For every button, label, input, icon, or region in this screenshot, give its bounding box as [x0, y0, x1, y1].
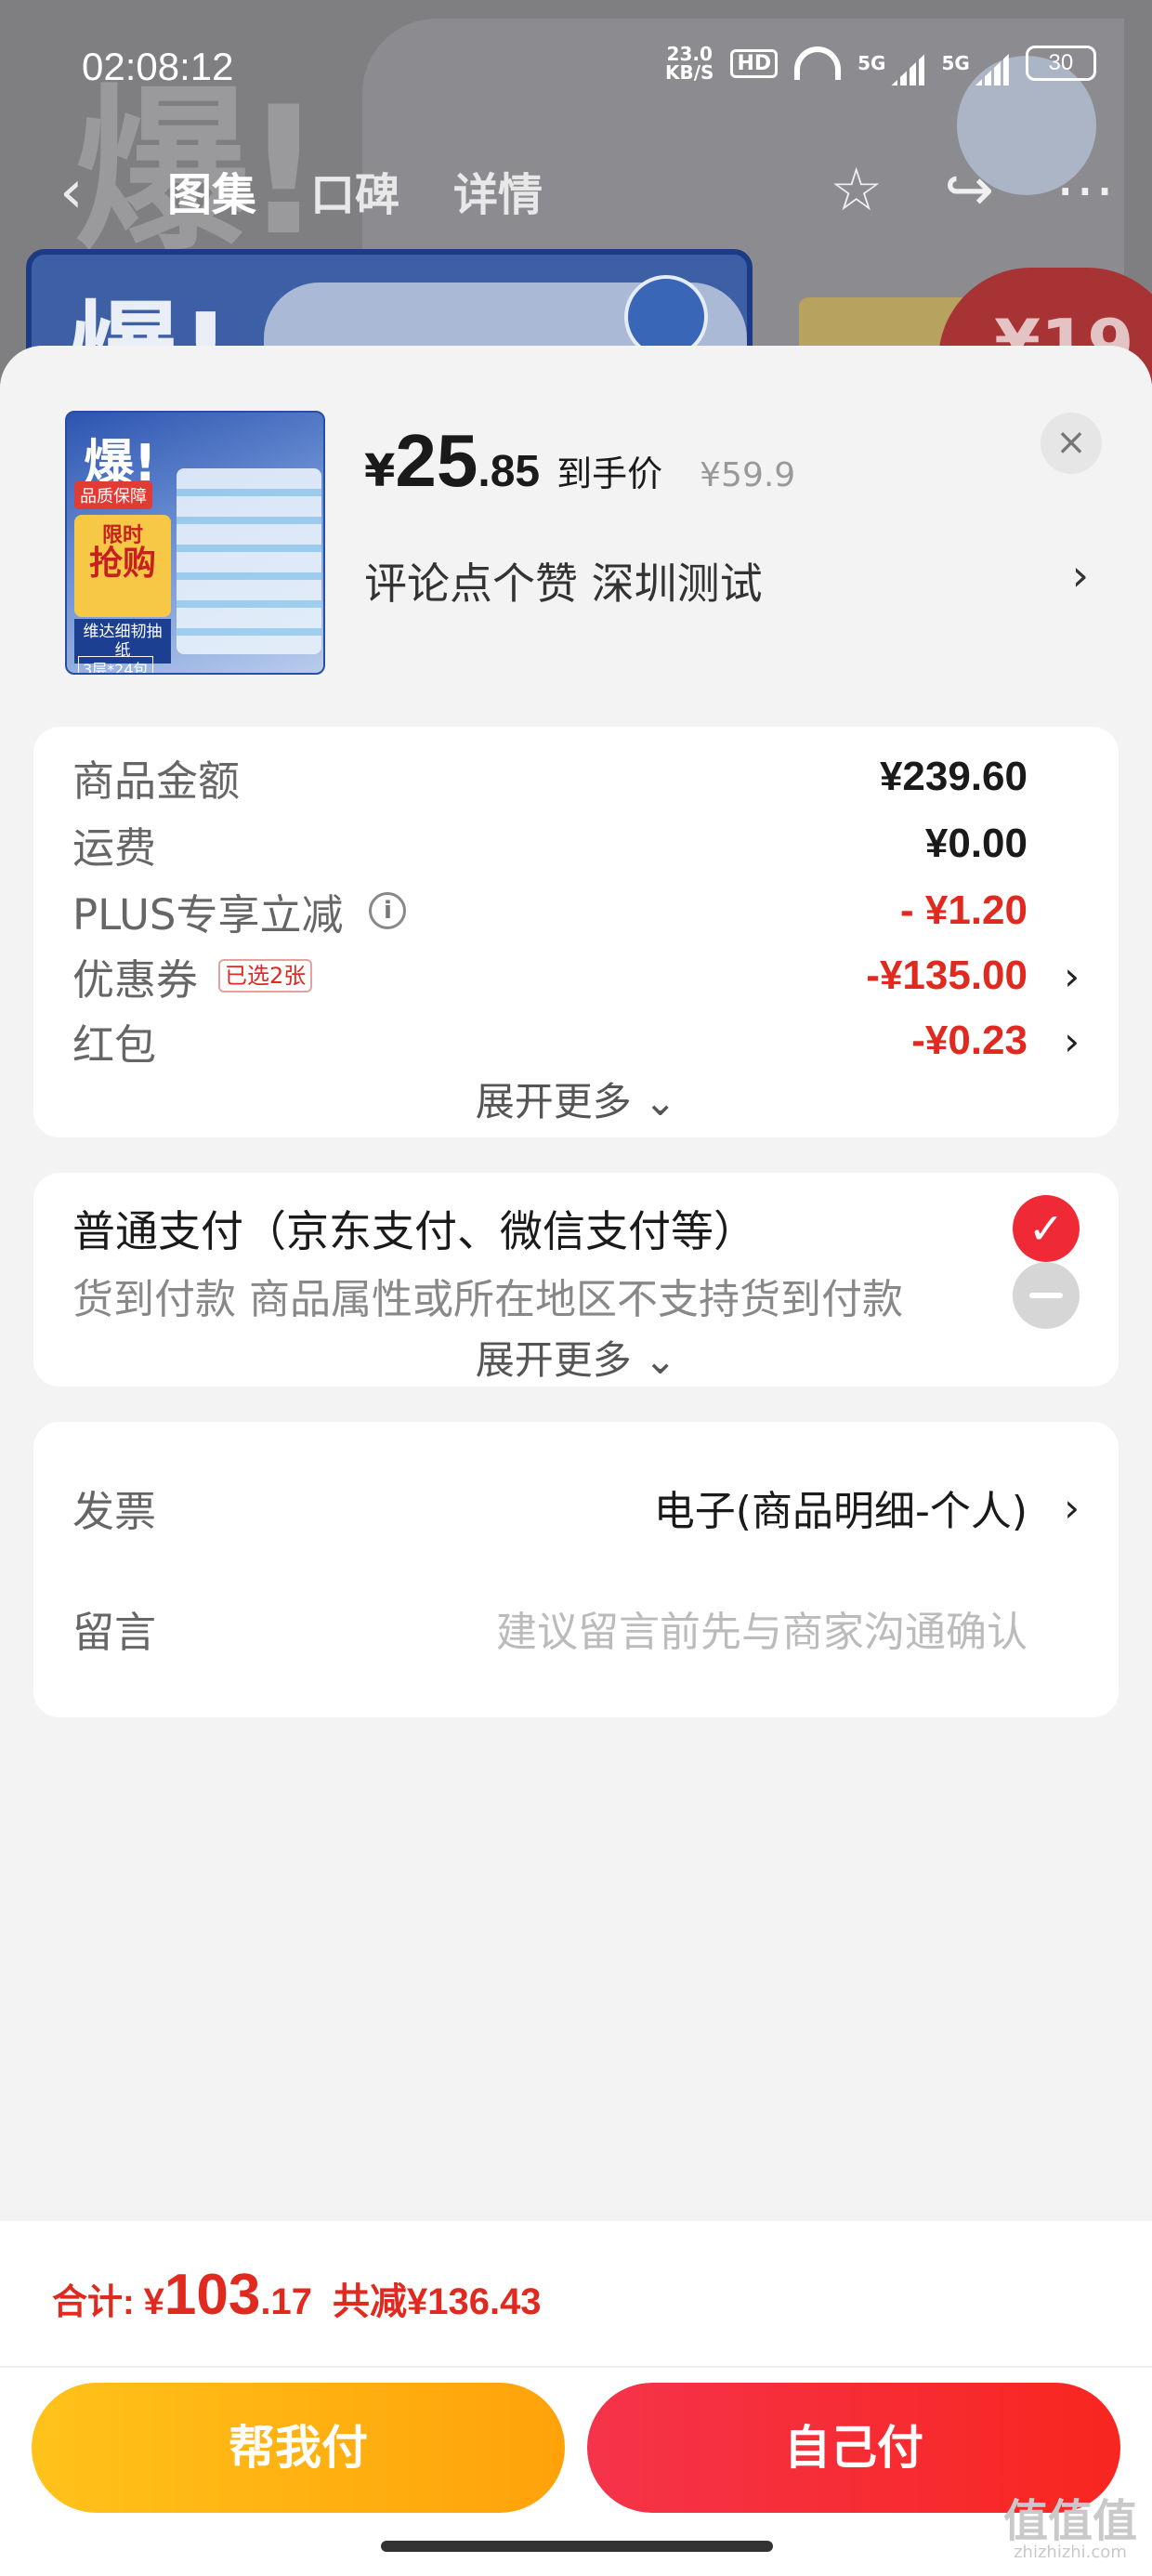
chevron-down-icon: ⌄: [644, 1337, 677, 1383]
share-icon[interactable]: ↪: [944, 156, 994, 225]
product-nav-bar: ‹ 图集 口碑 详情 ☆ ↪ ⋯: [0, 139, 1152, 242]
back-icon[interactable]: ‹: [59, 158, 84, 227]
status-bar: 02:08:12 23.0 KB/S HD 5G 5G 30: [0, 0, 1152, 139]
wifi-icon: [794, 46, 842, 80]
red-packet-row[interactable]: 红包 -¥0.23 ›: [72, 1004, 1080, 1078]
battery-icon: 30: [1025, 46, 1096, 81]
nav-actions: ☆ ↪ ⋯: [830, 156, 1115, 225]
chevron-right-icon: ›: [1064, 1484, 1080, 1531]
price-decimal: .85: [478, 447, 541, 496]
chevron-right-icon: ›: [1064, 1018, 1080, 1064]
nav-tabs: 图集 口碑 详情: [167, 158, 543, 223]
close-button[interactable]: ×: [1041, 413, 1102, 474]
hd-icon: HD: [730, 48, 779, 78]
price-tag: 到手价: [556, 453, 663, 494]
chevron-right-icon: ›: [1071, 550, 1089, 600]
price-summary-card: 商品金额 ¥239.60 运费 ¥0.00 PLUS专享立减 i - ¥1.20 …: [33, 727, 1119, 1137]
payment-cod-row: 货到付款 商品属性或所在地区不支持货到付款: [72, 1258, 1080, 1333]
message-input[interactable]: 建议留言前先与商家沟通确认: [496, 1598, 1028, 1658]
signal-icon-2: 5G: [941, 52, 1008, 74]
invoice-row[interactable]: 发票 电子(商品明细-个人) ›: [72, 1470, 1080, 1544]
checked-icon[interactable]: ✓: [1013, 1195, 1080, 1262]
plus-discount-row: PLUS专享立减 i - ¥1.20: [72, 887, 1028, 940]
status-icons: 23.0 KB/S HD 5G 5G 30: [665, 45, 1096, 82]
invoice-card: 发票 电子(商品明细-个人) › 留言 建议留言前先与商家沟通确认: [33, 1422, 1119, 1717]
home-indicator[interactable]: [381, 2541, 773, 2552]
product-header: 爆! 品质保障 限时 抢购 维达细韧抽纸 3层*24包 ¥ 25 .85 到手价 …: [0, 346, 1152, 727]
chevron-right-icon: ›: [1064, 953, 1080, 999]
status-time: 02:08:12: [82, 45, 234, 88]
watermark-logo: 值值值 zhizhizhi.com: [1002, 2495, 1137, 2562]
payment-normal-row[interactable]: 普通支付（京东支付、微信支付等） ✓: [72, 1191, 1080, 1266]
favorite-star-icon[interactable]: ☆: [830, 156, 883, 225]
shipping-row: 运费 ¥0.00: [72, 821, 1028, 873]
message-row[interactable]: 留言 建议留言前先与商家沟通确认: [72, 1591, 1080, 1665]
total-saved: 共减¥136.43: [332, 2281, 542, 2322]
expand-more-button[interactable]: 展开更多 ⌄: [33, 1071, 1119, 1127]
spec-selector[interactable]: 评论点个赞 深圳测试 ›: [364, 550, 1089, 611]
original-price: ¥59.9: [700, 456, 796, 494]
info-icon[interactable]: i: [369, 892, 407, 929]
product-thumbnail: 爆! 品质保障 限时 抢购 维达细韧抽纸 3层*24包: [65, 411, 325, 675]
tab-reviews[interactable]: 口碑: [310, 158, 399, 223]
price-row: ¥ 25 .85 到手价 ¥59.9: [364, 419, 796, 502]
more-icon[interactable]: ⋯: [1055, 156, 1115, 225]
disabled-radio-icon: [1013, 1262, 1080, 1329]
coupon-badge: 已选2张: [218, 959, 313, 992]
expand-more-button[interactable]: 展开更多 ⌄: [33, 1329, 1119, 1386]
price-integer: 25: [395, 419, 478, 502]
payment-method-card: 普通支付（京东支付、微信支付等） ✓ 货到付款 商品属性或所在地区不支持货到付款…: [33, 1173, 1119, 1387]
chevron-down-icon: ⌄: [644, 1079, 677, 1124]
coupon-row[interactable]: 优惠券 已选2张 -¥135.00 ›: [72, 939, 1080, 1013]
help-pay-button[interactable]: 帮我付: [32, 2383, 565, 2513]
goods-amount-row: 商品金额 ¥239.60: [72, 754, 1028, 806]
total-price: 合计: ¥ 103 .17 共减¥136.43: [52, 2263, 542, 2327]
self-pay-button[interactable]: 自己付: [587, 2383, 1120, 2513]
net-speed: 23.0 KB/S: [665, 43, 714, 84]
tab-gallery[interactable]: 图集: [167, 158, 256, 223]
tab-details[interactable]: 详情: [453, 158, 543, 223]
signal-icon: 5G: [857, 52, 924, 74]
checkout-bottom-bar: 合计: ¥ 103 .17 共减¥136.43 帮我付 自己付 值值值 zhiz…: [0, 2221, 1152, 2576]
